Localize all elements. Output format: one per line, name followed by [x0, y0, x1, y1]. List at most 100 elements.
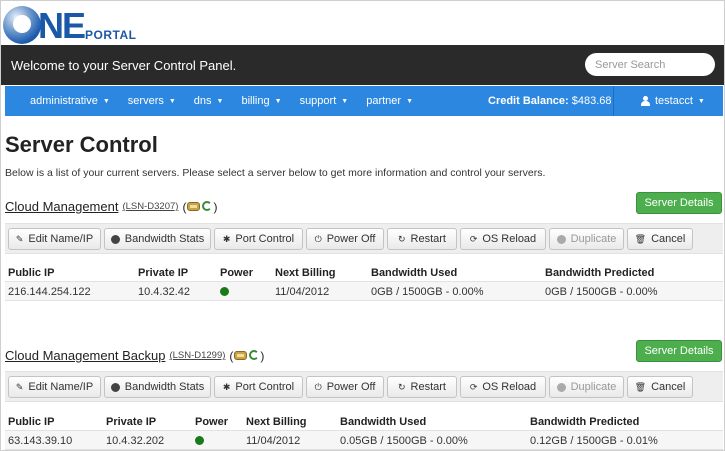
top-header: Welcome to your Server Control Panel. — [1, 45, 724, 85]
bandwidth-used: 0.05GB / 1500GB - 0.00% — [340, 435, 468, 447]
duplicate-button[interactable]: Duplicate — [549, 228, 624, 250]
nav-item-support[interactable]: support ▼ — [291, 95, 358, 107]
bandwidth-predicted: 0.12GB / 1500GB - 0.01% — [530, 435, 658, 447]
logo[interactable]: NE PORTAL — [3, 4, 136, 44]
page-frame: NE PORTAL Welcome to your Server Control… — [0, 0, 725, 451]
restart-icon: ↻ — [397, 233, 406, 244]
restart-button[interactable]: ↻ Restart — [387, 376, 457, 398]
nav-label: partner — [366, 95, 402, 107]
logo-brand: NE — [38, 5, 86, 46]
server-icons: () — [182, 199, 218, 214]
server-code-link[interactable]: (LSN-D1299) — [169, 350, 225, 361]
caret-down-icon: ▼ — [216, 97, 224, 105]
power-status-icon — [220, 286, 229, 299]
os-reload-button[interactable]: ⟳ OS Reload — [460, 228, 546, 250]
power-icon: ⏻ — [314, 233, 322, 244]
button-label: Duplicate — [570, 233, 617, 245]
private-ip: 10.4.32.202 — [106, 435, 165, 447]
refresh-icon[interactable] — [202, 200, 213, 211]
power-off-button[interactable]: ⏻ Power Off — [306, 228, 384, 250]
duplicate-button[interactable]: Duplicate — [549, 376, 624, 398]
power-status-icon — [195, 435, 204, 448]
nav-item-servers[interactable]: servers ▼ — [119, 95, 185, 107]
button-label: Port Control — [235, 381, 295, 393]
caret-down-icon: ▼ — [102, 97, 110, 105]
server-name-link[interactable]: Cloud Management — [5, 199, 118, 214]
col-public-ip: Public IP — [8, 416, 55, 428]
col-next-billing: Next Billing — [275, 267, 336, 279]
col-private-ip: Private IP — [138, 267, 189, 279]
server-toolbar: ✎ Edit Name/IP Bandwidth Stats ✱ Port Cont… — [5, 223, 723, 254]
power-off-button[interactable]: ⏻ Power Off — [306, 376, 384, 398]
user-name: testacct — [655, 95, 693, 107]
cancel-button[interactable]: 🗑 Cancel — [627, 376, 693, 398]
public-ip: 216.144.254.122 — [8, 286, 91, 298]
server-title: Cloud Management Backup (LSN-D1299) () — [5, 348, 264, 363]
nav-divider — [613, 86, 614, 116]
edit-name-ip-button[interactable]: ✎ Edit Name/IP — [8, 228, 101, 250]
hard-drive-icon[interactable] — [234, 350, 248, 360]
restart-button[interactable]: ↻ Restart — [387, 228, 457, 250]
table-row[interactable]: 216.144.254.122 10.4.32.42 11/04/2012 0G… — [5, 281, 723, 301]
button-label: OS Reload — [482, 381, 537, 393]
server-icons: () — [229, 348, 265, 363]
col-bandwidth-used: Bandwidth Used — [340, 416, 427, 428]
nav-item-administrative[interactable]: administrative ▼ — [5, 95, 119, 107]
user-menu[interactable]: testacct ▼ — [641, 95, 705, 107]
server-name-link[interactable]: Cloud Management Backup — [5, 348, 165, 363]
port-control-button[interactable]: ✱ Port Control — [214, 228, 303, 250]
button-label: Duplicate — [570, 381, 617, 393]
nav-item-dns[interactable]: dns ▼ — [185, 95, 233, 107]
plus-circle-icon — [556, 382, 566, 392]
button-label: Restart — [410, 233, 446, 245]
caret-down-icon: ▼ — [168, 97, 176, 105]
server-code-link[interactable]: (LSN-D3207) — [122, 201, 178, 212]
credit-amount: $483.68 — [571, 95, 612, 107]
button-label: Power Off — [326, 381, 376, 393]
logo-bar: NE PORTAL — [1, 1, 724, 45]
bandwidth-stats-button[interactable]: Bandwidth Stats — [104, 376, 211, 398]
nav-label: servers — [127, 95, 164, 107]
next-billing: 11/04/2012 — [275, 286, 330, 298]
col-public-ip: Public IP — [8, 267, 55, 279]
table-header: Public IP Private IP Power Next Billing … — [5, 263, 723, 283]
page-description: Below is a list of your current servers.… — [5, 167, 546, 179]
bandwidth-stats-button[interactable]: Bandwidth Stats — [104, 228, 211, 250]
cancel-button[interactable]: 🗑 Cancel — [627, 228, 693, 250]
button-label: Bandwidth Stats — [124, 233, 205, 245]
restart-icon: ↻ — [397, 381, 406, 392]
os-reload-button[interactable]: ⟳ OS Reload — [460, 376, 546, 398]
button-label: OS Reload — [482, 233, 537, 245]
button-label: Restart — [410, 381, 446, 393]
nav-label: billing — [241, 95, 270, 107]
caret-down-icon: ▼ — [406, 97, 413, 105]
gear-icon: ✱ — [222, 233, 231, 244]
nav-item-billing[interactable]: billing ▼ — [232, 95, 290, 107]
col-next-billing: Next Billing — [246, 416, 307, 428]
caret-down-icon: ▼ — [697, 97, 705, 105]
hard-drive-icon[interactable] — [187, 201, 201, 211]
main-nav: administrative ▼ servers ▼ dns ▼ billing ▼ s… — [5, 86, 723, 116]
refresh-icon[interactable] — [249, 349, 260, 360]
button-label: Cancel — [651, 233, 686, 245]
caret-down-icon: ▼ — [341, 97, 349, 105]
globe-o-icon — [3, 6, 41, 44]
server-details-button[interactable]: Server Details — [636, 340, 722, 362]
server-search-input[interactable] — [585, 53, 715, 76]
user-icon — [641, 96, 650, 106]
table-row[interactable]: 63.143.39.10 10.4.32.202 11/04/2012 0.05… — [5, 430, 723, 450]
server-details-button[interactable]: Server Details — [636, 192, 722, 214]
nav-label: administrative — [30, 95, 98, 107]
col-private-ip: Private IP — [106, 416, 157, 428]
plus-circle-icon — [556, 234, 566, 244]
port-control-button[interactable]: ✱ Port Control — [214, 376, 303, 398]
power-icon: ⏻ — [314, 381, 322, 392]
edit-name-ip-button[interactable]: ✎ Edit Name/IP — [8, 376, 101, 398]
nav-item-partner[interactable]: partner ▼ — [357, 95, 422, 107]
button-label: Bandwidth Stats — [124, 381, 205, 393]
edit-icon: ✎ — [15, 381, 24, 392]
trash-icon: 🗑 — [634, 381, 647, 392]
bandwidth-predicted: 0GB / 1500GB - 0.00% — [545, 286, 658, 298]
trash-icon: 🗑 — [634, 233, 647, 244]
server-toolbar: ✎ Edit Name/IP Bandwidth Stats ✱ Port Cont… — [5, 371, 723, 402]
